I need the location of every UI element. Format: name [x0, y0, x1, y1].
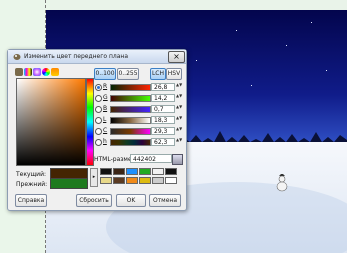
- channel-g-spin-icon[interactable]: ▲▼: [176, 94, 182, 102]
- hsv-button[interactable]: HSV: [166, 68, 182, 80]
- palette-icon[interactable]: [51, 68, 59, 76]
- channel-r-slider[interactable]: [110, 84, 151, 91]
- palette-swatch[interactable]: [100, 168, 112, 175]
- change-color-dialog: Изменить цвет переднего плана × 0..100 0…: [7, 49, 187, 211]
- watercolor-icon[interactable]: [33, 68, 41, 76]
- cmyk-icon[interactable]: [24, 68, 32, 76]
- channel-r-spin-icon[interactable]: ▲▼: [176, 83, 182, 91]
- channel-b-row: B 0,7 ▲▼: [95, 105, 185, 113]
- close-button[interactable]: ×: [168, 51, 185, 63]
- gimp-selector-icon[interactable]: [15, 68, 23, 76]
- channel-h-label: h: [103, 138, 107, 145]
- channel-b-spin-icon[interactable]: ▲▼: [176, 105, 182, 113]
- cancel-button[interactable]: Отмена: [149, 194, 181, 207]
- channel-r-label: R: [103, 83, 108, 90]
- range-0-100-button[interactable]: 0..100: [94, 68, 116, 80]
- palette-swatch[interactable]: [139, 168, 151, 175]
- channel-b-label: B: [103, 105, 108, 112]
- channel-l-label: L: [103, 116, 107, 123]
- channel-r-value[interactable]: 26,8: [151, 83, 175, 91]
- channel-r-row: R 26,8 ▲▼: [95, 83, 185, 91]
- previous-color-label: Прежний:: [16, 181, 48, 188]
- channel-g-slider[interactable]: [110, 95, 151, 102]
- channel-c-row: C 29,3 ▲▼: [95, 127, 185, 135]
- channel-h-value[interactable]: 62,3: [151, 138, 175, 146]
- color-picker-icon[interactable]: [172, 154, 183, 165]
- previous-color-swatch: [50, 178, 88, 189]
- hue-strip[interactable]: [86, 78, 94, 166]
- channel-h-spin-icon[interactable]: ▲▼: [176, 138, 182, 146]
- channel-l-slider[interactable]: [110, 117, 151, 124]
- channel-g-row: G 14,2 ▲▼: [95, 94, 185, 102]
- palette-swatch[interactable]: [165, 177, 177, 184]
- history-arrow-button[interactable]: ▸: [90, 168, 98, 187]
- channel-h-row: h 62,3 ▲▼: [95, 138, 185, 146]
- channel-c-label: C: [103, 127, 108, 134]
- palette-swatch[interactable]: [152, 168, 164, 175]
- channel-c-radio[interactable]: [95, 128, 102, 135]
- channel-b-value[interactable]: 0,7: [151, 105, 175, 113]
- dialog-title: Изменить цвет переднего плана: [24, 53, 129, 60]
- help-button[interactable]: Справка: [15, 194, 47, 207]
- palette-swatch[interactable]: [152, 177, 164, 184]
- palette-swatch[interactable]: [165, 168, 177, 175]
- channel-b-slider[interactable]: [110, 106, 151, 113]
- channel-l-spin-icon[interactable]: ▲▼: [176, 116, 182, 124]
- palette-swatch[interactable]: [126, 168, 138, 175]
- palette-swatch[interactable]: [100, 177, 112, 184]
- channel-g-label: G: [103, 94, 108, 101]
- lch-button[interactable]: LCH: [150, 68, 166, 80]
- channel-g-value[interactable]: 14,2: [151, 94, 175, 102]
- palette-swatch[interactable]: [126, 177, 138, 184]
- wheel-icon[interactable]: [42, 68, 50, 76]
- channel-c-slider[interactable]: [110, 128, 151, 135]
- reset-button[interactable]: Сбросить: [76, 194, 112, 207]
- channel-c-value[interactable]: 29,3: [151, 127, 175, 135]
- palette-swatch[interactable]: [139, 177, 151, 184]
- channel-h-radio[interactable]: [95, 139, 102, 146]
- current-color-label: Текущий:: [16, 171, 47, 178]
- close-icon: ×: [173, 52, 180, 61]
- channel-l-row: L 18,3 ▲▼: [95, 116, 185, 124]
- palette-swatch[interactable]: [113, 177, 125, 184]
- snowman-icon: [276, 174, 288, 192]
- palette-swatch[interactable]: [113, 168, 125, 175]
- arrow-right-icon: ▸: [92, 174, 96, 180]
- gimp-icon: [13, 54, 21, 60]
- channel-h-slider[interactable]: [110, 139, 151, 146]
- channel-l-radio[interactable]: [95, 117, 102, 124]
- ok-button[interactable]: OK: [116, 194, 146, 207]
- range-0-255-button[interactable]: 0..255: [117, 68, 139, 80]
- html-notation-input[interactable]: 442402: [130, 154, 172, 163]
- color-field[interactable]: [16, 78, 86, 166]
- channel-c-spin-icon[interactable]: ▲▼: [176, 127, 182, 135]
- channel-r-radio[interactable]: [95, 84, 102, 91]
- channel-l-value[interactable]: 18,3: [151, 116, 175, 124]
- channel-b-radio[interactable]: [95, 106, 102, 113]
- dialog-titlebar[interactable]: Изменить цвет переднего плана ×: [8, 50, 186, 64]
- channel-g-radio[interactable]: [95, 95, 102, 102]
